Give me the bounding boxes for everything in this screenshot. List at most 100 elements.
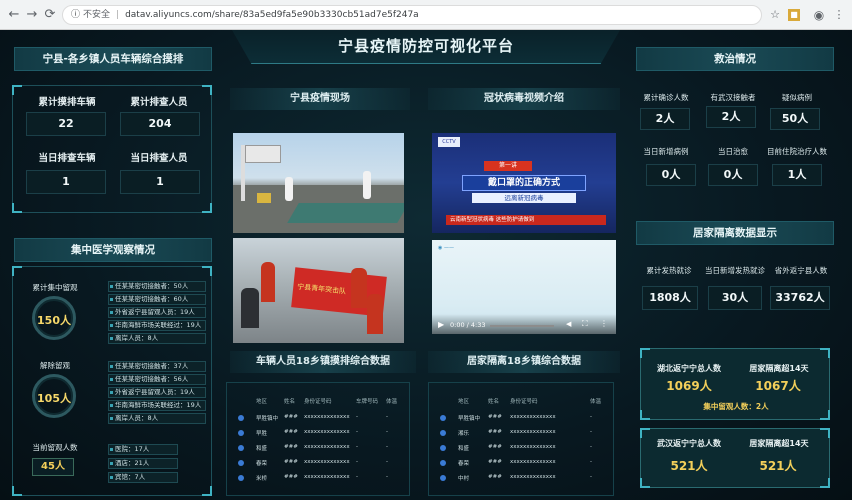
table1-row-marker <box>238 445 244 451</box>
list-item: 任某某密切接触者：50人 <box>108 281 206 292</box>
table2-cell: xxxxxxxxxxxxxx <box>510 474 556 480</box>
video-header: 冠状病毒视频介绍 <box>428 88 620 110</box>
table1-row-marker <box>238 475 244 481</box>
list-item: 外省返宁县留观人员：19人 <box>108 307 206 318</box>
hubei-note: 集中留观人数：2人 <box>703 402 769 411</box>
address-bar[interactable]: ⓘ 不安全 | datav.aliyuncs.com/share/83a5ed9fa5… <box>62 5 762 25</box>
table2-cell: xxxxxxxxxxxxxx <box>510 459 556 465</box>
star-icon[interactable]: ☆ <box>768 8 782 22</box>
table2-cell: ### <box>488 444 502 450</box>
insecure-label: 不安全 <box>83 10 111 20</box>
table2-cell: 湘乐 <box>458 431 470 437</box>
carousel-dots[interactable] <box>299 223 339 228</box>
more-icon[interactable]: ⋮ <box>600 319 608 328</box>
released-observation-value: 105人 <box>37 392 71 405</box>
list-item: 任某某密切接触者：56人 <box>108 374 206 385</box>
video-ticker: 云南新型冠状病毒 这些防护请做到 <box>446 215 606 225</box>
table2-row-marker <box>440 415 446 421</box>
confirmed-value: 2人 <box>640 108 690 130</box>
video-player-1[interactable]: CCTV 第一讲 戴口罩的正确方式 远离新冠病毒 云南新型冠状病毒 这些防护请做… <box>432 133 616 233</box>
video-banner-tag: 第一讲 <box>484 161 532 171</box>
volume-icon[interactable]: ◀ <box>566 320 571 328</box>
table1-cell: - <box>386 429 388 435</box>
current-observation-label: 当前留观人数 <box>32 443 78 452</box>
table1-cell: 米桥 <box>256 476 268 482</box>
video-progress[interactable] <box>490 325 554 327</box>
table1-column-header: 姓名 <box>284 399 296 405</box>
video-player-2[interactable]: ◉ —— ▶ 0:00 / 4:33 ◀ ⛶ ⋮ <box>432 240 616 334</box>
list-item: 宾馆：7人 <box>108 472 178 483</box>
suspected-label: 疑似病例 <box>782 93 812 102</box>
video-time: 0:00 / 4:33 <box>450 321 486 329</box>
wuhan-contact-value: 2人 <box>706 106 756 128</box>
released-observation-label: 解除留观 <box>40 361 70 370</box>
confirmed-label: 累计确诊人数 <box>643 93 689 102</box>
table1-row-marker <box>238 430 244 436</box>
wuhan-total-value: 521人 <box>670 459 708 473</box>
total-vehicles-label: 累计摸排车辆 <box>38 97 96 108</box>
fullscreen-icon[interactable]: ⛶ <box>582 319 588 329</box>
table2-row-marker <box>440 445 446 451</box>
list-item: 医院：17人 <box>108 444 178 455</box>
daily-vehicles-label: 当日排查车辆 <box>38 153 96 164</box>
profile-icon[interactable]: ◉ <box>812 8 826 22</box>
table1-cell: ### <box>284 444 298 450</box>
url-text: datav.aliyuncs.com/share/83a5ed9fa5e90b3… <box>125 10 419 20</box>
video-banner-title: 戴口罩的正确方式 <box>462 175 586 191</box>
hubei-14day-value: 1067人 <box>755 379 801 393</box>
table1-column-header: 体温 <box>386 399 398 405</box>
play-icon[interactable]: ▶ <box>438 320 444 329</box>
table1-cell: - <box>386 474 388 480</box>
table2-column-header: 地区 <box>458 399 470 405</box>
table1-row-marker <box>238 415 244 421</box>
page-title-bar: 宁县疫情防控可视化平台 <box>232 30 620 64</box>
carousel-dots[interactable] <box>299 334 339 339</box>
reload-icon[interactable]: ⟳ <box>42 7 58 23</box>
back-icon[interactable]: ← <box>6 7 22 23</box>
scene-photo-team: 宁县青年突击队 <box>233 238 404 343</box>
scene-header: 宁县疫情现场 <box>230 88 410 110</box>
cured-label: 当日治愈 <box>718 147 748 156</box>
table1-column-header: 地区 <box>256 399 268 405</box>
fever-new-label: 当日新增发热就诊 <box>705 266 765 275</box>
video-logo: ◉ —— <box>438 245 454 251</box>
table2-cell: ### <box>488 414 502 420</box>
daily-vehicles-value: 1 <box>26 170 106 194</box>
table2-cell: xxxxxxxxxxxxxx <box>510 414 556 420</box>
new-cases-label: 当日新增病例 <box>643 147 689 156</box>
table1-column-header: 身份证号码 <box>304 399 332 405</box>
table1-header: 车辆人员18乡镇摸排综合数据 <box>230 351 416 373</box>
table1-cell: - <box>356 429 358 435</box>
table2-cell: - <box>590 474 592 480</box>
list-item: 外省返宁县留观人员：19人 <box>108 387 206 398</box>
extension-icon[interactable]: ■ <box>788 9 800 21</box>
dashboard: 宁县疫情防控可视化平台 宁县-各乡镇人员车辆综合摸排 累计摸排车辆 累计排查人员… <box>0 30 852 500</box>
current-observation-value: 45人 <box>32 458 74 476</box>
table1-cell: 春荣 <box>256 461 268 467</box>
table1-cell: xxxxxxxxxxxxxx <box>304 414 350 420</box>
table2-cell: - <box>590 459 592 465</box>
table1-cell: ### <box>284 429 298 435</box>
cumulative-observation-value: 150人 <box>37 314 71 327</box>
table1-cell: 早胜 <box>256 431 268 437</box>
info-icon[interactable]: ⓘ <box>71 10 80 20</box>
table1-cell: - <box>356 444 358 450</box>
table2-cell: - <box>590 444 592 450</box>
video-controls[interactable]: ▶ 0:00 / 4:33 ◀ ⛶ ⋮ <box>432 314 616 334</box>
browser-toolbar: ← → ⟳ ⓘ 不安全 | datav.aliyuncs.com/share/83a5… <box>0 0 852 30</box>
table2-cell: ### <box>488 429 502 435</box>
forward-icon[interactable]: → <box>24 7 40 23</box>
video-banner-subtitle: 远离新冠病毒 <box>472 193 576 203</box>
hubei-total-label: 湖北返宁宁总人数 <box>657 364 721 373</box>
table2-cell: ### <box>488 459 502 465</box>
list-item: 离岸人员：8人 <box>108 333 206 344</box>
cured-value: 0人 <box>708 164 758 186</box>
daily-persons-value: 1 <box>120 170 200 194</box>
cumulative-observation-label: 累计集中留观 <box>32 283 78 292</box>
list-item: 离岸人员：8人 <box>108 413 206 424</box>
menu-icon[interactable]: ⋮ <box>832 8 846 22</box>
list-item: 华南海鲜市场关联经过：19人 <box>108 400 206 411</box>
table1-cell: - <box>356 414 358 420</box>
fever-total-value: 1808人 <box>642 286 698 310</box>
table2-column-header: 体温 <box>590 399 602 405</box>
